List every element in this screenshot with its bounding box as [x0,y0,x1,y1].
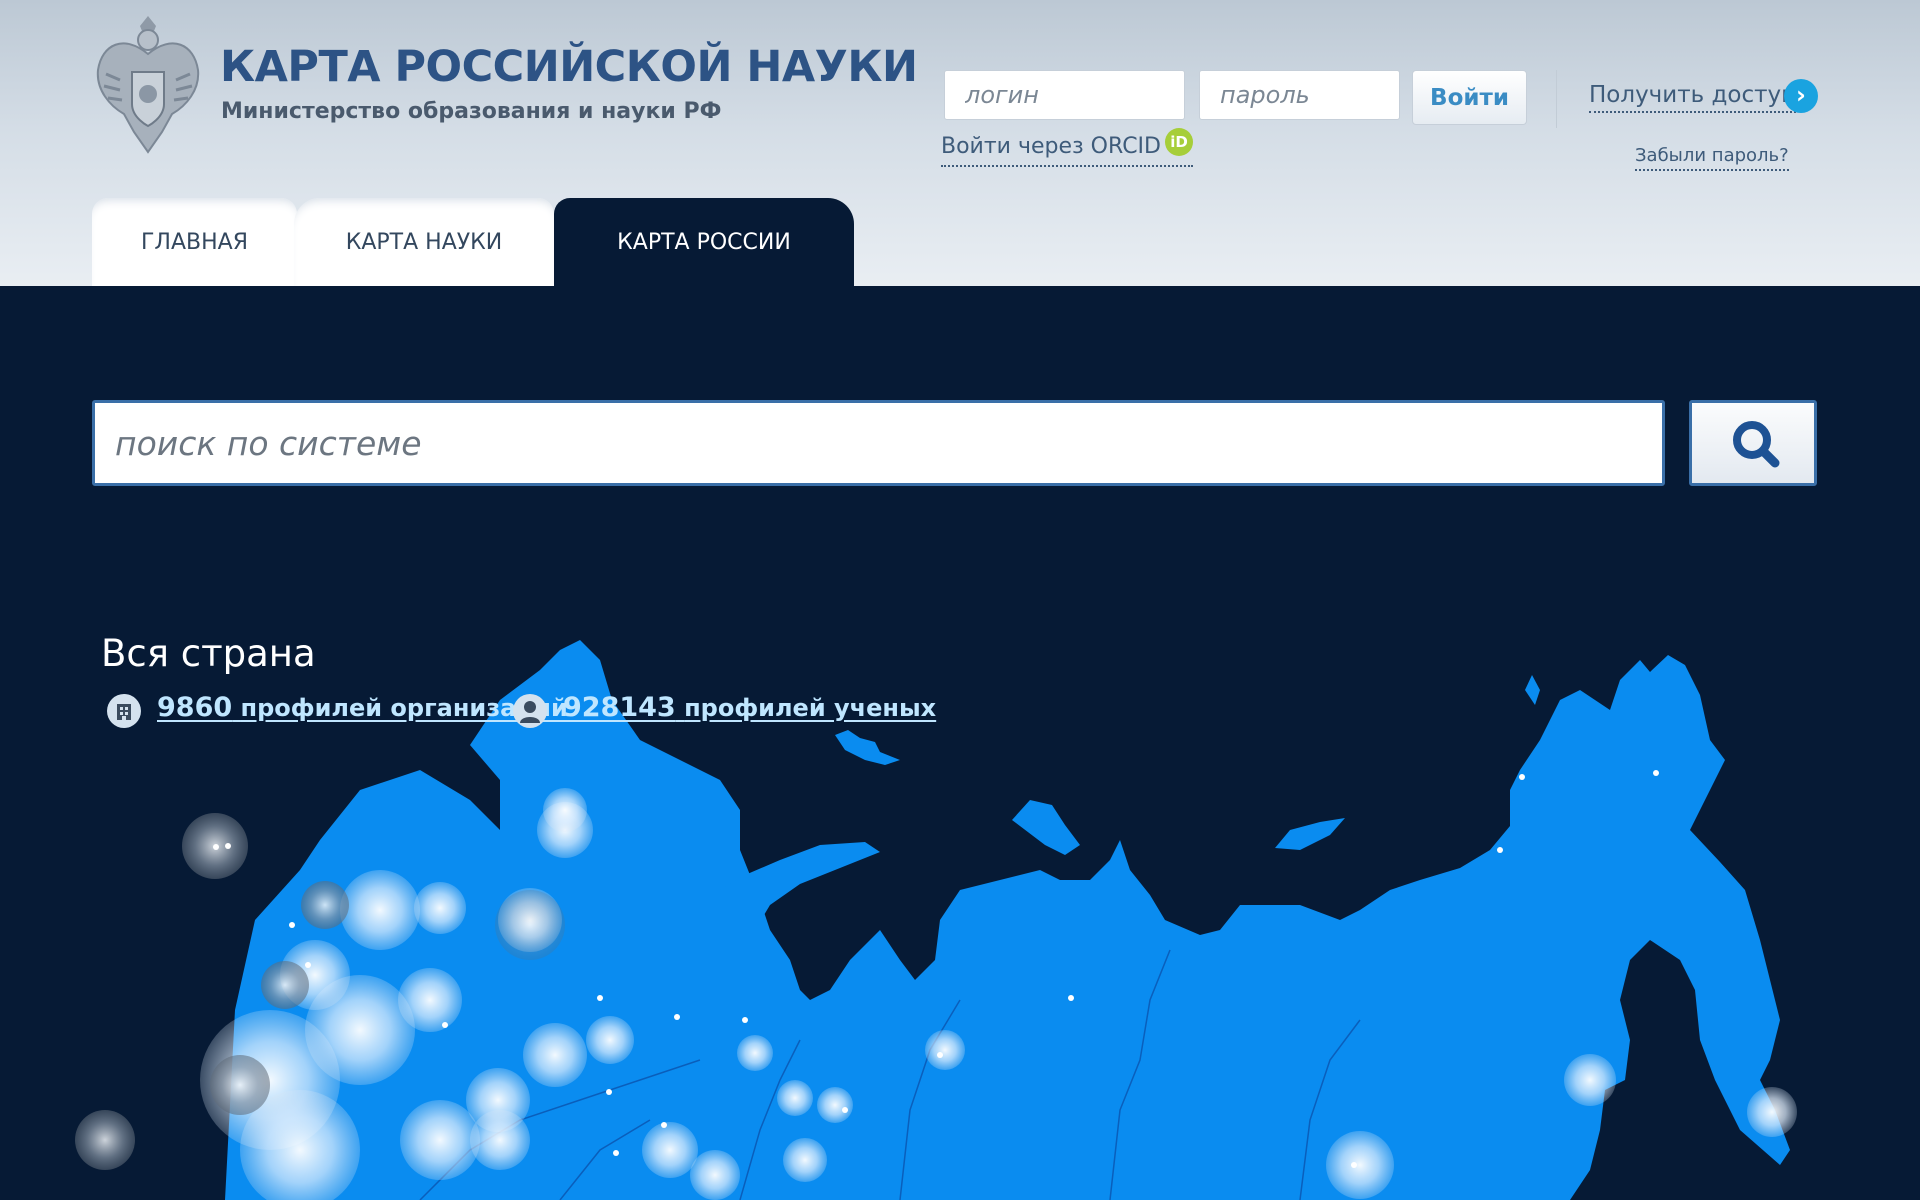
franz-josef-land [835,730,900,765]
orcid-login-link[interactable]: Войти через ORCID iD [941,128,1193,167]
scientists-count: 928143 [563,692,676,723]
wrangel-island [1525,675,1540,705]
login-input[interactable] [944,70,1185,120]
organizations-count: 9860 [157,692,233,723]
chevron-right-icon[interactable]: › [1784,79,1818,113]
novosibirsk-islands [1275,818,1345,850]
site-title: КАРТА РОССИЙСКОЙ НАУКИ [220,42,918,92]
region-title: Вся страна [101,632,316,675]
orcid-icon: iD [1164,128,1193,156]
search-button[interactable] [1689,400,1817,486]
emblem-icon [96,16,200,154]
search-icon [1733,421,1780,468]
password-input[interactable] [1199,70,1400,120]
login-button[interactable]: Войти [1412,70,1527,125]
novaya-zemlya [720,842,880,930]
user-icon [513,694,547,728]
get-access-link[interactable]: Получить доступ [1589,82,1797,113]
tab-science-map[interactable]: КАРТА НАУКИ [294,198,554,286]
forgot-password-link[interactable]: Забыли пароль? [1635,145,1789,171]
header-divider [1556,70,1557,128]
severnaya-zemlya [1012,800,1080,855]
site-header: КАРТА РОССИЙСКОЙ НАУКИ Министерство обра… [0,0,1920,286]
site-subtitle: Министерство образования и науки РФ [221,99,722,124]
tab-russia-map[interactable]: КАРТА РОССИИ [554,198,854,286]
tab-main[interactable]: ГЛАВНАЯ [92,198,297,286]
scientists-label: профилей ученых [684,694,937,722]
search-input[interactable] [92,400,1665,486]
building-icon [107,694,141,728]
orcid-link-label: Войти через ORCID [941,134,1161,159]
